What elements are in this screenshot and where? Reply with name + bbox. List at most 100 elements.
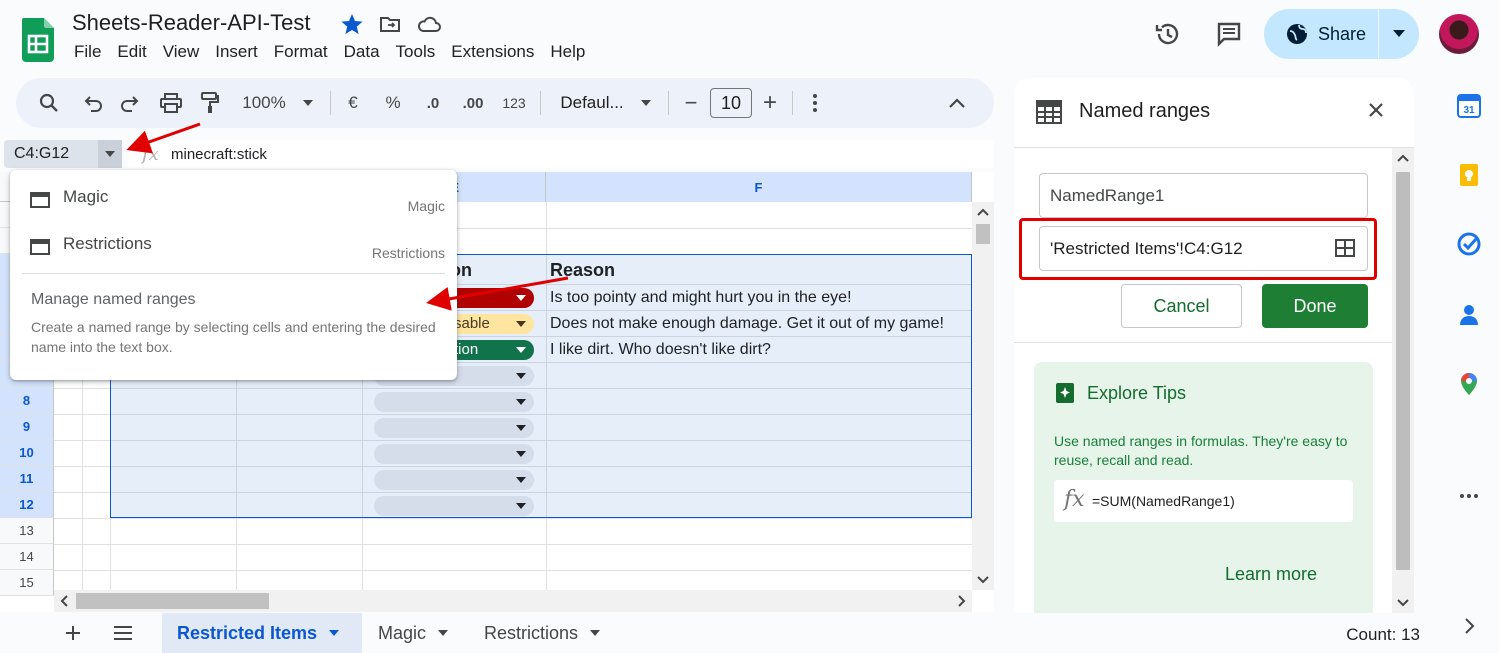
menu-extensions[interactable]: Extensions [451,42,542,62]
tab-menu-icon[interactable] [329,630,340,636]
named-range-item-restrictions[interactable]: Restrictions Restrictions [10,225,457,269]
undo-icon[interactable] [80,78,106,128]
row-header-8[interactable]: 8 [0,388,54,414]
increase-decimal-button[interactable]: .00 [458,78,488,128]
star-icon[interactable] [340,12,364,36]
done-button[interactable]: Done [1262,284,1368,328]
increase-font-size-button[interactable]: + [759,78,781,128]
add-sheet-icon[interactable] [60,613,86,653]
vertical-scrollbar[interactable] [972,202,994,590]
reason-cell[interactable]: I like dirt. Who doesn't like dirt? [550,341,771,359]
move-folder-icon[interactable] [378,12,402,36]
scroll-down-icon[interactable] [972,572,994,588]
name-box-dropdown-icon[interactable] [98,140,122,168]
scroll-left-icon[interactable] [56,590,72,612]
row-header-9[interactable]: 9 [0,414,54,440]
named-range-item-magic[interactable]: Magic Magic [10,178,457,222]
collapse-toolbar-icon[interactable] [946,78,968,128]
format-currency-button[interactable]: € [342,78,364,128]
range-reference-field[interactable]: 'Restricted Items'!C4:G12 [1039,226,1368,271]
reason-cell[interactable]: Is too pointy and might hurt you in the … [550,289,852,307]
cloud-saved-icon[interactable] [416,12,442,36]
range-name-field[interactable]: NamedRange1 [1039,173,1368,218]
menu-file[interactable]: File [74,42,109,62]
menu-format[interactable]: Format [274,42,336,62]
row-header-13[interactable]: 13 [0,518,54,544]
comments-icon[interactable] [1209,14,1249,54]
name-box[interactable]: C4:G12 [4,140,122,168]
share-button[interactable]: Share [1264,9,1378,59]
menu-insert[interactable]: Insert [215,42,266,62]
all-sheets-icon[interactable] [110,613,136,653]
scroll-right-icon[interactable] [954,590,970,612]
zoom-dropdown-icon[interactable] [300,78,316,128]
sheet-tab-restricted-items[interactable]: Restricted Items [162,613,362,653]
dropdown-chip[interactable] [374,470,534,490]
version-history-icon[interactable] [1148,14,1188,54]
decrease-decimal-button[interactable]: .0 [418,78,448,128]
menu-help[interactable]: Help [550,42,593,62]
tab-menu-icon[interactable] [590,630,601,636]
scroll-up-icon[interactable] [972,204,994,220]
vertical-scroll-thumb[interactable] [976,224,990,244]
header-cell-reason[interactable]: Reason [550,260,615,281]
formula-input[interactable]: minecraft:stick [171,146,267,163]
font-family-select[interactable]: Defaul... [554,78,630,128]
horizontal-scrollbar[interactable] [54,590,972,612]
selection-count[interactable]: Count: 13 [1346,625,1420,645]
paint-format-icon[interactable] [197,78,223,128]
panel-scroll-thumb[interactable] [1396,172,1410,570]
font-size-input[interactable]: 10 [710,88,752,118]
panel-scrollbar[interactable] [1392,148,1414,613]
share-dropdown-button[interactable] [1379,9,1419,59]
manage-named-ranges[interactable]: Manage named ranges [31,291,196,309]
format-percent-button[interactable]: % [382,78,404,128]
contacts-icon[interactable] [1457,302,1481,326]
document-title[interactable]: Sheets-Reader-API-Test [72,10,310,36]
chip-caret-icon [516,399,526,405]
formula-bar[interactable]: fx minecraft:stick [128,140,994,168]
row-header-15[interactable]: 15 [0,570,54,596]
close-icon[interactable] [1366,100,1386,120]
menu-tools[interactable]: Tools [396,42,444,62]
row-header-14[interactable]: 14 [0,544,54,570]
select-range-icon[interactable] [1335,239,1355,257]
row-header-12[interactable]: 12 [0,492,54,518]
menu-edit[interactable]: Edit [117,42,154,62]
dropdown-chip[interactable] [374,392,534,412]
horizontal-scroll-thumb[interactable] [76,593,269,609]
fx-icon: fx [1064,487,1085,512]
zoom-value[interactable]: 100% [238,78,290,128]
dropdown-chip[interactable] [374,496,534,516]
more-apps-icon[interactable] [1457,484,1481,508]
row-header-11[interactable]: 11 [0,466,54,492]
reason-cell[interactable]: Does not make enough damage. Get it out … [550,315,944,333]
more-options-icon[interactable] [806,78,824,128]
menu-data[interactable]: Data [344,42,388,62]
row-header-10[interactable]: 10 [0,440,54,466]
tasks-icon[interactable] [1457,232,1481,256]
calendar-icon[interactable]: 31 [1457,94,1481,118]
sheet-tab-restrictions[interactable]: Restrictions [484,613,624,653]
decrease-font-size-button[interactable]: − [680,78,702,128]
redo-icon[interactable] [117,78,143,128]
column-header-f[interactable]: F [546,172,972,202]
scroll-down-icon[interactable] [1392,595,1414,611]
menu-view[interactable]: View [163,42,208,62]
sheets-logo-icon[interactable] [22,18,54,62]
font-dropdown-icon[interactable] [638,78,654,128]
keep-icon[interactable] [1457,163,1481,187]
tab-menu-icon[interactable] [438,630,449,636]
print-icon[interactable] [158,78,184,128]
sheet-tab-magic[interactable]: Magic [378,613,468,653]
expand-panel-icon[interactable] [1457,614,1481,638]
maps-icon[interactable] [1457,372,1481,396]
search-menus-icon[interactable] [36,78,62,128]
learn-more-link[interactable]: Learn more [1225,564,1317,585]
more-formats-button[interactable]: 123 [498,78,530,128]
account-avatar[interactable] [1439,14,1479,54]
dropdown-chip[interactable] [374,418,534,438]
scroll-up-icon[interactable] [1392,150,1414,166]
dropdown-chip[interactable] [374,444,534,464]
cancel-button[interactable]: Cancel [1121,284,1242,328]
